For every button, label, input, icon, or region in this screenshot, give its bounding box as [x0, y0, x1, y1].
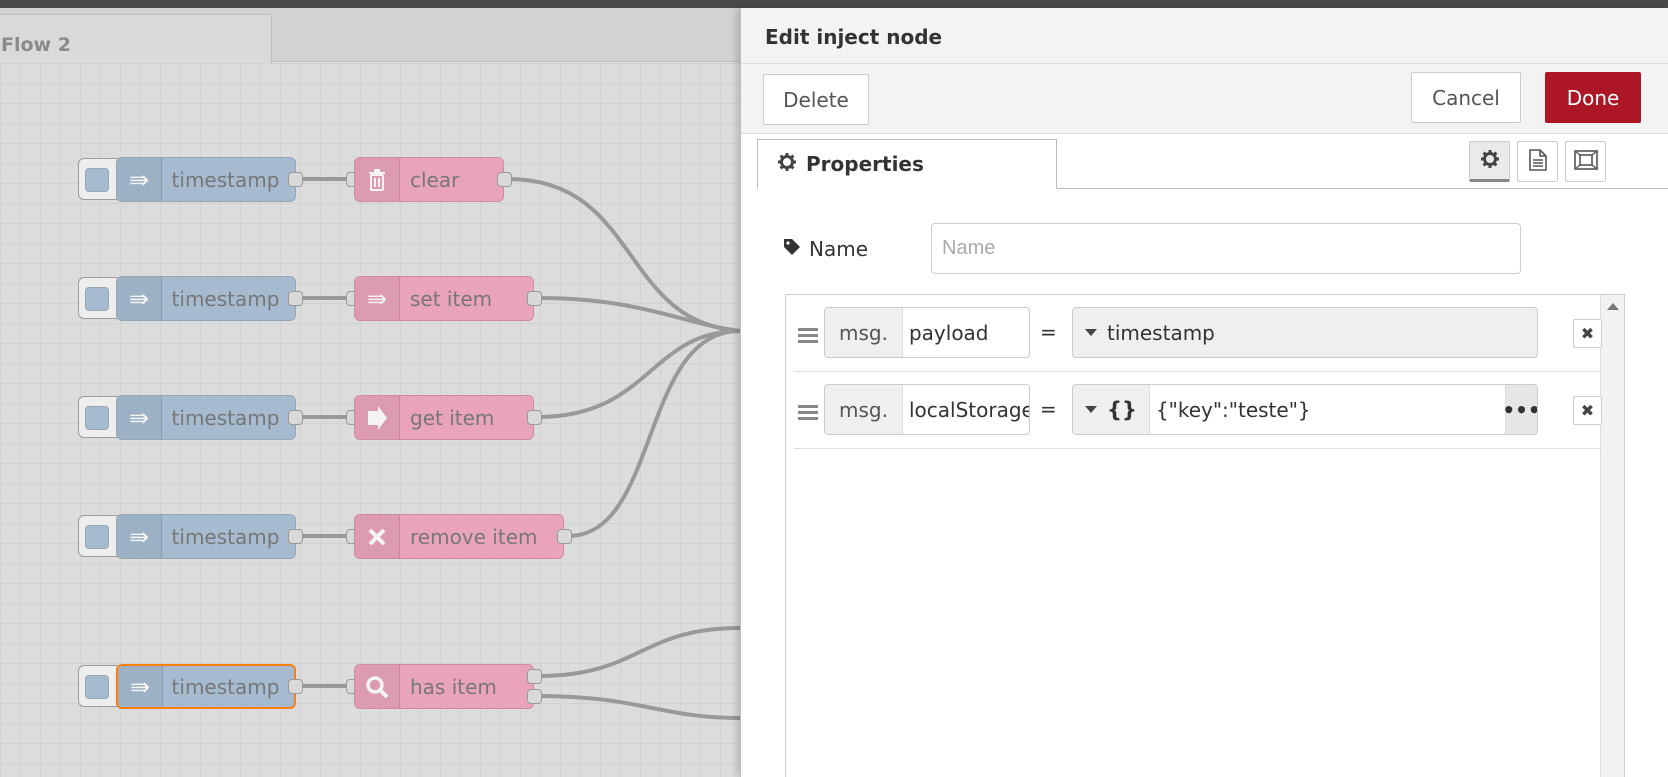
inject-node[interactable]: ⇛ timestamp: [116, 276, 296, 321]
output-port[interactable]: [527, 689, 542, 704]
done-button[interactable]: Done: [1545, 72, 1641, 123]
flow-canvas[interactable]: ⇛ timestamp clear ⇛ timestamp ⇛ set item…: [0, 63, 740, 777]
arrow-right-icon: [355, 396, 400, 439]
inject-node[interactable]: ⇛ timestamp: [116, 514, 296, 559]
remove-item-node[interactable]: remove item: [354, 514, 564, 559]
arrow-in-icon: ⇛: [117, 158, 162, 201]
flow-tab-bar: Flow 2: [0, 8, 740, 63]
inject-node[interactable]: ⇛ timestamp: [116, 395, 296, 440]
output-port[interactable]: [527, 669, 542, 684]
scroll-up-arrow[interactable]: [1607, 303, 1619, 310]
msg-prefix: msg.: [825, 385, 903, 434]
node-label: timestamp: [171, 524, 280, 549]
equals-sign: =: [1040, 320, 1057, 344]
output-port[interactable]: [288, 679, 303, 694]
gear-icon: [1480, 149, 1499, 172]
top-bar: [0, 0, 1668, 8]
output-port[interactable]: [497, 172, 512, 187]
tab-properties-label: Properties: [806, 152, 924, 176]
output-port[interactable]: [288, 529, 303, 544]
node-label: timestamp: [171, 405, 280, 430]
caret-down-icon[interactable]: [1085, 329, 1097, 336]
properties-list: msg. payload = timestamp ✖ msg. localSto…: [785, 294, 1625, 777]
property-name-value: localStorage: [908, 397, 1030, 422]
wire: [537, 329, 740, 419]
name-label-text: Name: [809, 236, 869, 261]
inject-node-selected[interactable]: ⇛ timestamp: [116, 664, 296, 709]
arrow-in-icon: ⇛: [117, 396, 162, 439]
arrow-in-icon: ⇛: [355, 277, 400, 320]
wire: [567, 329, 740, 538]
property-value-text: timestamp: [1107, 320, 1215, 345]
output-port[interactable]: [527, 410, 542, 425]
property-row: msg. localStorage = {} {"key":"teste"} •…: [794, 372, 1602, 449]
property-name-value: payload: [908, 320, 989, 345]
type-selector[interactable]: {}: [1073, 385, 1150, 434]
clear-node[interactable]: clear: [354, 157, 504, 202]
output-port[interactable]: [527, 291, 542, 306]
expand-editor-button[interactable]: •••: [1502, 385, 1537, 434]
delete-button[interactable]: Delete: [763, 74, 869, 125]
output-port[interactable]: [288, 291, 303, 306]
property-value-text: {"key":"teste"}: [1155, 397, 1311, 422]
appearance-icon: [1573, 149, 1598, 174]
node-label: timestamp: [171, 674, 280, 699]
workspace: Flow 2 ⇛ timestamp clear ⇛ timestamp ⇛ s…: [0, 8, 740, 777]
has-item-node[interactable]: has item: [354, 664, 534, 709]
property-value-input[interactable]: {} {"key":"teste"} •••: [1072, 384, 1538, 435]
tray-toolbar: Delete Cancel Done: [741, 64, 1668, 134]
tab-appearance[interactable]: [1565, 141, 1606, 182]
name-input[interactable]: [931, 223, 1521, 274]
name-row: Name: [783, 223, 1521, 274]
property-value-input[interactable]: timestamp: [1072, 307, 1538, 358]
property-row: msg. payload = timestamp ✖: [794, 295, 1602, 372]
node-label: timestamp: [171, 167, 280, 192]
arrow-in-icon: ⇛: [118, 666, 163, 707]
remove-row-button[interactable]: ✖: [1573, 319, 1602, 348]
node-label: clear: [410, 167, 460, 192]
trash-icon: [355, 158, 400, 201]
output-port[interactable]: [288, 172, 303, 187]
set-item-node[interactable]: ⇛ set item: [354, 276, 534, 321]
tab-description[interactable]: [1517, 141, 1558, 182]
document-icon: [1528, 148, 1547, 175]
name-label: Name: [783, 237, 931, 261]
tag-icon: [783, 237, 801, 261]
tray-title: Edit inject node: [741, 8, 1668, 64]
equals-sign: =: [1040, 397, 1057, 421]
arrow-in-icon: ⇛: [117, 515, 162, 558]
get-item-node[interactable]: get item: [354, 395, 534, 440]
node-label: timestamp: [171, 286, 280, 311]
wire: [507, 177, 740, 333]
inject-node[interactable]: ⇛ timestamp: [116, 157, 296, 202]
flow-tab[interactable]: Flow 2: [0, 14, 272, 63]
json-type-icon: {}: [1107, 397, 1137, 422]
remove-row-button[interactable]: ✖: [1573, 396, 1602, 425]
list-scrollbar[interactable]: [1600, 295, 1624, 777]
drag-handle-icon[interactable]: [798, 405, 818, 423]
editor-tray: Edit inject node Delete Cancel Done Prop…: [740, 8, 1668, 777]
wire: [537, 694, 740, 720]
node-label: remove item: [410, 524, 538, 549]
tab-properties[interactable]: Properties: [757, 139, 1057, 189]
tray-tabs: Properties: [757, 139, 1668, 189]
node-label: set item: [410, 286, 493, 311]
msg-prefix: msg.: [825, 308, 903, 357]
close-x-icon: [355, 515, 400, 558]
drag-handle-icon[interactable]: [798, 328, 818, 346]
gear-icon: [778, 152, 796, 176]
node-label: get item: [410, 405, 495, 430]
property-name-input[interactable]: msg. localStorage: [824, 384, 1030, 435]
caret-down-icon: [1085, 406, 1097, 413]
output-port[interactable]: [557, 529, 572, 544]
wire: [537, 626, 740, 678]
wire: [537, 296, 740, 333]
node-label: has item: [410, 674, 497, 699]
output-port[interactable]: [288, 410, 303, 425]
search-icon: [355, 665, 400, 708]
tab-node-properties[interactable]: [1469, 141, 1510, 182]
property-name-input[interactable]: msg. payload: [824, 307, 1030, 358]
arrow-in-icon: ⇛: [117, 277, 162, 320]
cancel-button[interactable]: Cancel: [1411, 72, 1521, 123]
